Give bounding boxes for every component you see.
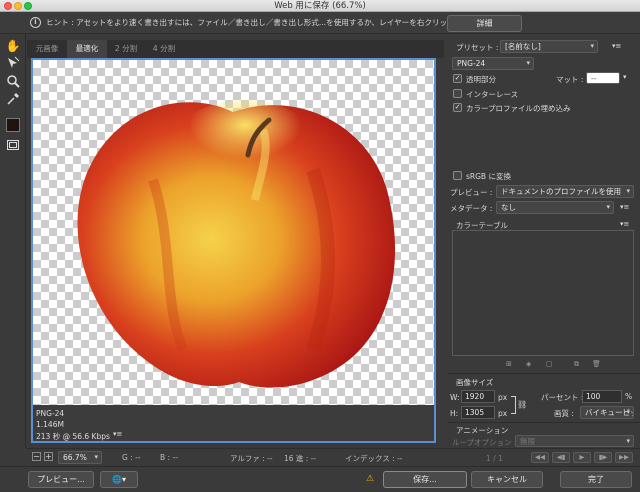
eyedropper-color-swatch[interactable] bbox=[6, 118, 20, 132]
srgb-label: sRGB に変換 bbox=[466, 172, 511, 181]
srgb-checkbox[interactable] bbox=[453, 171, 462, 180]
info-file-size: 1.146M bbox=[36, 420, 64, 429]
link-icon[interactable]: ⛓ bbox=[517, 400, 527, 409]
height-input[interactable]: 1305 bbox=[461, 406, 495, 419]
tab-4-up[interactable]: 4 分割 bbox=[145, 40, 183, 58]
matte-value: -- bbox=[591, 74, 597, 83]
info-icon: i bbox=[30, 17, 41, 28]
eyedropper-tool-icon[interactable] bbox=[5, 92, 21, 108]
title-bar: Web 用に保存 (66.7%) bbox=[0, 0, 640, 12]
quality-label: 画質 : bbox=[554, 409, 574, 418]
divider bbox=[447, 373, 640, 374]
quality-select[interactable]: バイキュービック法▾ bbox=[580, 406, 634, 419]
zoom-out-button[interactable]: − bbox=[32, 452, 41, 461]
preview-profile-value: ドキュメントのプロファイルを使用 bbox=[501, 187, 621, 196]
hint-text: ヒント : アセットをより速く書き出すには、ファイル／書き出し／書き出し形式..… bbox=[46, 18, 493, 27]
info-format: PNG-24 bbox=[36, 409, 65, 418]
matte-dropdown-icon[interactable]: ▾ bbox=[623, 73, 627, 81]
metadata-value: なし bbox=[501, 203, 516, 212]
zoom-in-button[interactable]: + bbox=[44, 452, 53, 461]
transparency-checkbox[interactable]: ✓ bbox=[453, 74, 462, 83]
percent-label: パーセント : bbox=[541, 393, 584, 402]
download-rate-menu-icon[interactable]: ▾≡ bbox=[113, 430, 122, 438]
metadata-menu-icon[interactable]: ▾≡ bbox=[620, 203, 629, 211]
status-index: インデックス : -- bbox=[345, 454, 403, 463]
percent-input[interactable]: 100 bbox=[582, 390, 622, 403]
loop-options-value: 無限 bbox=[520, 437, 535, 446]
interlace-checkbox[interactable] bbox=[453, 89, 462, 98]
tab-optimized[interactable]: 最適化 bbox=[67, 40, 107, 58]
percent-unit: % bbox=[625, 392, 633, 401]
bottom-bar bbox=[0, 466, 640, 492]
cancel-button[interactable]: キャンセル bbox=[471, 471, 543, 488]
tool-panel: ✋ bbox=[0, 34, 26, 448]
tab-original[interactable]: 元画像 bbox=[27, 40, 67, 58]
embed-profile-label: カラープロファイルの埋め込み bbox=[466, 104, 571, 113]
optimized-info-panel: PNG-24 1.146M 213 秒 @ 56.6 Kbps ▾≡ bbox=[33, 405, 434, 441]
frame-counter: 1 / 1 bbox=[486, 454, 503, 463]
zoom-tool-icon[interactable] bbox=[5, 74, 21, 90]
matte-select[interactable]: -- bbox=[586, 72, 620, 84]
save-button[interactable]: 保存... bbox=[383, 471, 467, 488]
previous-frame-button[interactable]: ◀▮ bbox=[552, 452, 570, 463]
status-blue: B : -- bbox=[160, 453, 178, 462]
height-unit: px bbox=[498, 409, 508, 418]
zoom-level-select[interactable]: 66.7% ▾ bbox=[58, 451, 102, 464]
preset-select[interactable]: [名前なし] ▾ bbox=[500, 40, 598, 53]
detail-button[interactable]: 詳細 bbox=[447, 15, 522, 32]
divider bbox=[447, 422, 640, 423]
preset-value: [名前なし] bbox=[505, 42, 541, 51]
first-frame-button[interactable]: ◀◀ bbox=[531, 452, 549, 463]
lock-color-icon[interactable]: ▢ bbox=[546, 360, 553, 368]
preset-label: プリセット : bbox=[456, 43, 499, 52]
width-input[interactable]: 1920 bbox=[461, 390, 495, 403]
height-label: H: bbox=[450, 409, 459, 418]
web-snap-icon[interactable]: ◈ bbox=[526, 360, 531, 368]
preset-menu-icon[interactable]: ▾≡ bbox=[612, 42, 621, 50]
slice-select-tool-icon[interactable] bbox=[5, 56, 21, 72]
loop-options-label: ループオプション : bbox=[452, 438, 517, 447]
play-button[interactable]: ▶ bbox=[573, 452, 591, 463]
browser-preview-select[interactable]: 🌐▾ bbox=[100, 471, 138, 488]
embed-profile-checkbox[interactable]: ✓ bbox=[453, 103, 462, 112]
image-preview-canvas[interactable] bbox=[33, 60, 434, 405]
window-title: Web 用に保存 (66.7%) bbox=[274, 1, 366, 11]
metadata-label: メタデータ : bbox=[450, 204, 493, 213]
next-frame-button[interactable]: ▮▶ bbox=[594, 452, 612, 463]
format-select[interactable]: PNG-24 ▾ bbox=[452, 57, 534, 70]
transparency-label: 透明部分 bbox=[466, 75, 496, 84]
tab-2-up[interactable]: 2 分割 bbox=[107, 40, 145, 58]
zoom-level-value: 66.7% bbox=[63, 453, 87, 462]
status-hex: 16 進 : -- bbox=[284, 454, 317, 463]
done-button[interactable]: 完了 bbox=[560, 471, 632, 488]
metadata-select[interactable]: なし ▾ bbox=[496, 201, 614, 214]
constrain-bracket bbox=[511, 396, 516, 414]
width-label: W: bbox=[450, 393, 460, 402]
width-unit: px bbox=[498, 393, 508, 402]
info-download-time: 213 秒 @ 56.6 Kbps bbox=[36, 432, 110, 441]
new-color-icon[interactable]: ⧉ bbox=[574, 360, 579, 369]
last-frame-button[interactable]: ▶▶ bbox=[615, 452, 633, 463]
color-table[interactable] bbox=[452, 230, 634, 356]
color-table-menu-icon[interactable]: ▾≡ bbox=[620, 220, 629, 228]
preview-profile-label: プレビュー : bbox=[450, 188, 493, 197]
hand-tool-icon[interactable]: ✋ bbox=[5, 38, 21, 54]
image-size-title: 画像サイズ bbox=[456, 378, 494, 387]
interlace-label: インターレース bbox=[466, 90, 519, 99]
loop-options-select[interactable]: 無限 ▾ bbox=[515, 435, 634, 447]
toggle-slice-visibility-icon[interactable] bbox=[5, 138, 21, 154]
status-alpha: アルファ : -- bbox=[230, 454, 273, 463]
preview-profile-select[interactable]: ドキュメントのプロファイルを使用 ▾ bbox=[496, 185, 634, 198]
status-green: G : -- bbox=[122, 453, 141, 462]
animation-title: アニメーション bbox=[456, 426, 509, 435]
trash-icon[interactable]: 🗑 bbox=[592, 360, 601, 368]
preview-button[interactable]: プレビュー... bbox=[28, 471, 94, 488]
warning-icon: ⚠ bbox=[366, 474, 375, 484]
format-value: PNG-24 bbox=[457, 59, 486, 68]
matte-label: マット : bbox=[556, 75, 584, 84]
map-colors-icon[interactable]: ⊞ bbox=[506, 360, 512, 368]
apple-image bbox=[77, 100, 396, 388]
